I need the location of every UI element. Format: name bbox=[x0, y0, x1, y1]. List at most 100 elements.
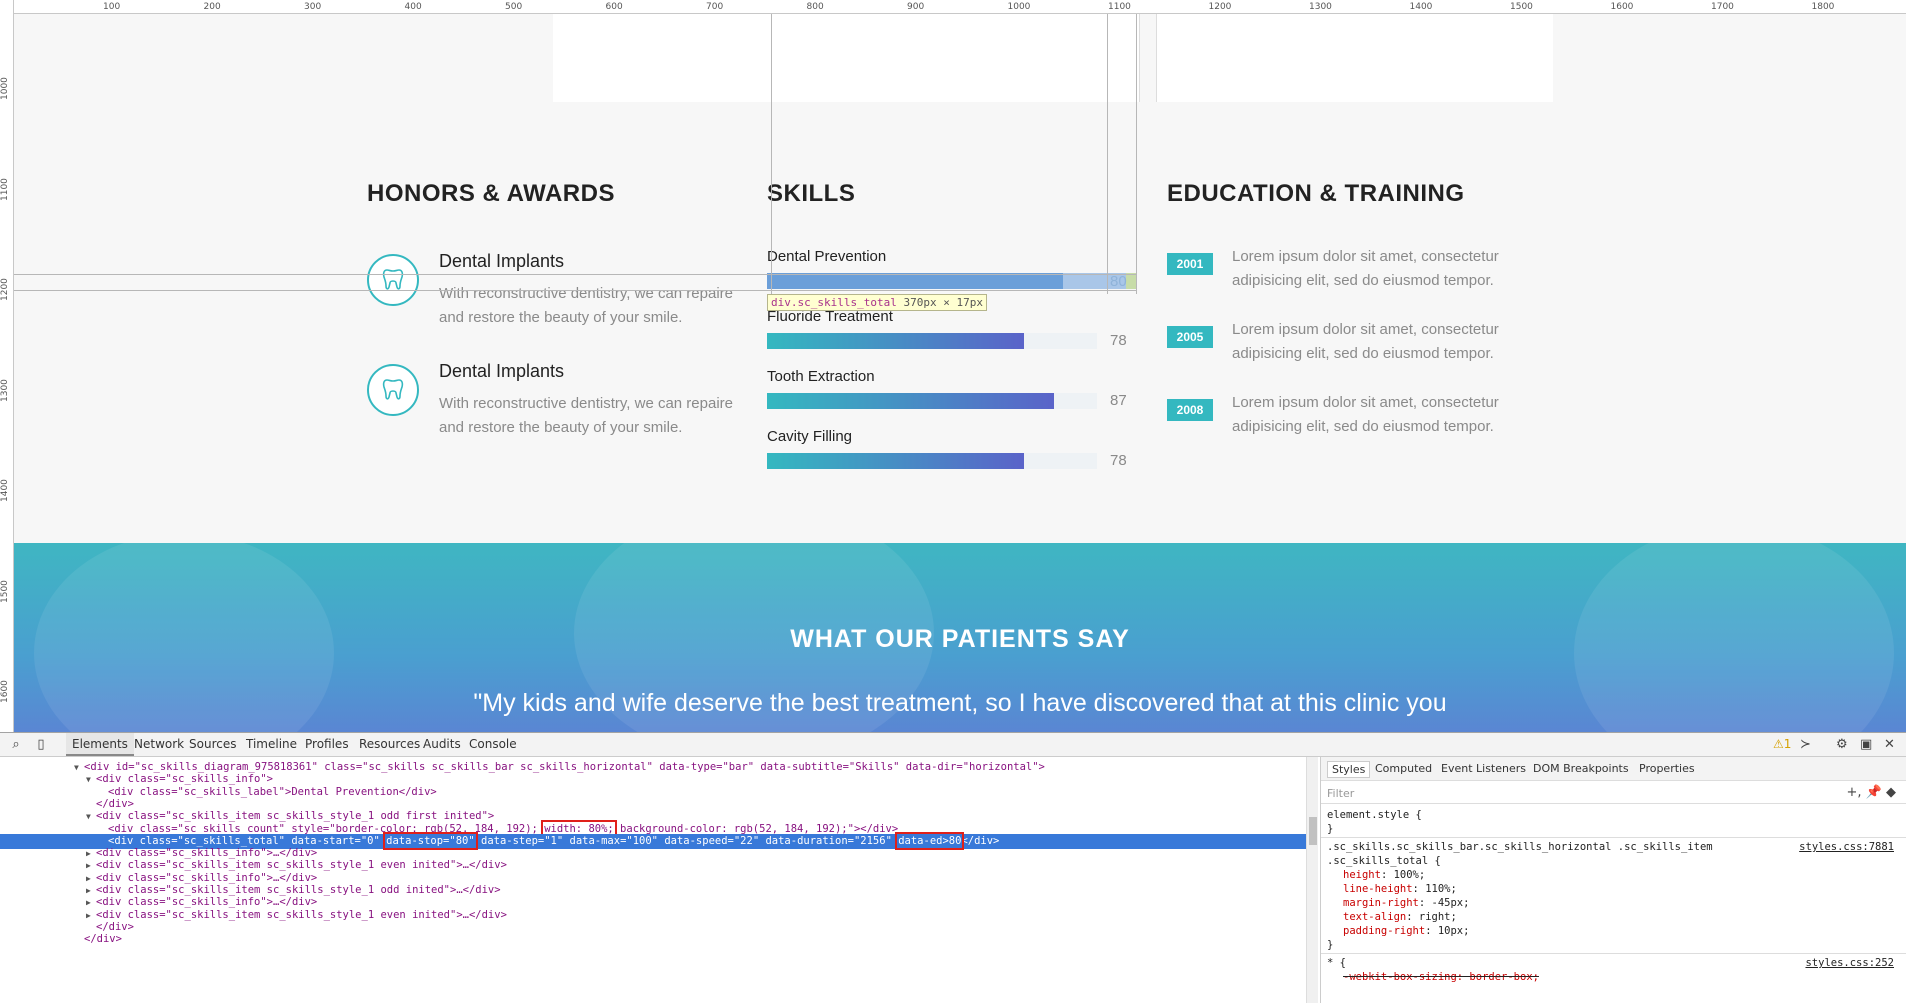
tab-profiles[interactable]: Profiles bbox=[299, 733, 355, 756]
guide-line-horizontal bbox=[14, 290, 1136, 291]
skill-bar-fill bbox=[767, 273, 1063, 289]
dock-side-icon[interactable]: ▣ bbox=[1860, 737, 1872, 752]
property-text: -webkit-box-sizing: border-box; bbox=[1343, 971, 1539, 983]
skill-bar-fill bbox=[767, 333, 1025, 349]
education-title: EDUCATION & TRAINING bbox=[1167, 180, 1465, 207]
ruler-tick-label: 1400 bbox=[0, 479, 10, 502]
css-property[interactable]: margin-right: -45px; bbox=[1343, 897, 1469, 909]
property-value: 110%; bbox=[1425, 883, 1457, 895]
ruler-tick-label: 700 bbox=[706, 2, 724, 12]
property-colon: : bbox=[1425, 925, 1438, 937]
year-badge: 2008 bbox=[1167, 399, 1213, 421]
tab-console[interactable]: Console bbox=[463, 733, 523, 756]
css-property[interactable]: line-height: 110%; bbox=[1343, 883, 1457, 895]
tab-elements[interactable]: Elements bbox=[66, 733, 134, 756]
separator bbox=[1321, 803, 1906, 804]
overridden-property[interactable]: -webkit-box-sizing: border-box; bbox=[1343, 971, 1539, 983]
warning-icon[interactable]: ⚠1 bbox=[1773, 737, 1791, 752]
skill-value: 78 bbox=[1110, 452, 1127, 469]
ruler-tick-label: 1200 bbox=[0, 278, 10, 301]
tab-properties[interactable]: Properties bbox=[1635, 761, 1699, 776]
ruler-tick-label: 100 bbox=[103, 2, 121, 12]
scrollbar-thumb[interactable] bbox=[1309, 817, 1317, 845]
education-text: Lorem ipsum dolor sit amet, consectetur … bbox=[1232, 248, 1499, 289]
tab-resources[interactable]: Resources bbox=[353, 733, 426, 756]
property-name: padding-right bbox=[1343, 925, 1426, 937]
stylesheet-link[interactable]: styles.css:252 bbox=[1805, 957, 1894, 969]
property-value: 10px; bbox=[1437, 925, 1470, 937]
skill-track bbox=[767, 333, 1097, 349]
panel-gap bbox=[1139, 14, 1157, 102]
ruler-tick-label: 300 bbox=[304, 2, 322, 12]
header-panel bbox=[553, 14, 1553, 102]
separator bbox=[1321, 953, 1906, 954]
close-icon[interactable]: ✕ bbox=[1884, 737, 1895, 752]
tab-timeline[interactable]: Timeline bbox=[240, 733, 303, 756]
css-property[interactable]: text-align: right; bbox=[1343, 911, 1457, 923]
education-text: Lorem ipsum dolor sit amet, consectetur … bbox=[1232, 394, 1499, 435]
dom-node-html: <div class="sc_skills_info">…</div> bbox=[96, 847, 318, 860]
console-drawer-icon[interactable]: ≻ bbox=[1800, 737, 1811, 752]
award-title: Dental Implants bbox=[439, 251, 565, 271]
dom-node[interactable]: </div> bbox=[0, 932, 1306, 947]
tooth-icon bbox=[367, 364, 419, 416]
pin-icon[interactable]: 📌 bbox=[1866, 785, 1882, 800]
rule-selector[interactable]: .sc_skills.sc_skills_bar.sc_skills_horiz… bbox=[1327, 841, 1713, 853]
rule-close-brace: } bbox=[1327, 823, 1334, 835]
rule-selector[interactable]: .sc_skills_total { bbox=[1327, 855, 1441, 867]
dom-node-html: <div id="sc_skills_diagram_975818361" cl… bbox=[84, 761, 1045, 773]
warning-count: 1 bbox=[1783, 737, 1792, 751]
testimonials-section: WHAT OUR PATIENTS SAY "My kids and wife … bbox=[14, 543, 1906, 732]
dom-tree: ▼ <div id="sc_skills_diagram_975818361" c… bbox=[0, 757, 1318, 1003]
property-colon: : bbox=[1412, 883, 1426, 895]
tab-event-listeners[interactable]: Event Listeners bbox=[1437, 761, 1530, 776]
tooltip-size: 370px × 17px bbox=[903, 296, 983, 309]
element-style-rule[interactable]: element.style { bbox=[1327, 809, 1422, 821]
dom-node-html: <div class="sc_skills_item sc_skills_sty… bbox=[96, 810, 495, 823]
css-property[interactable]: height: 100%; bbox=[1343, 869, 1425, 881]
ruler-tick-label: 1300 bbox=[1309, 2, 1332, 12]
property-value: 100%; bbox=[1393, 869, 1426, 881]
property-colon: : bbox=[1380, 869, 1394, 881]
dom-node-html: </div> bbox=[96, 797, 134, 810]
honors-title: HONORS & AWARDS bbox=[367, 180, 615, 207]
tab-styles[interactable]: Styles bbox=[1327, 761, 1371, 778]
dom-node-html: </div> bbox=[96, 920, 134, 933]
guide-line-vertical bbox=[1136, 14, 1137, 294]
tab-dom-breakpoints[interactable]: DOM Breakpoints bbox=[1529, 761, 1633, 776]
ruler-tick-label: 1400 bbox=[1409, 2, 1433, 12]
dom-node-html: </div> bbox=[84, 933, 122, 946]
stylesheet-link[interactable]: styles.css:7881 bbox=[1799, 841, 1894, 853]
new-rule-icon[interactable]: +, bbox=[1847, 785, 1862, 800]
page-viewport: 100 200 300 400 500 600 700 800 900 1000 1100 1200 1… bbox=[0, 0, 1906, 732]
skill-track bbox=[767, 273, 1137, 289]
tab-audits[interactable]: Audits bbox=[417, 733, 467, 756]
ruler-tick-label: 1500 bbox=[0, 579, 10, 603]
settings-gear-icon[interactable]: ⚙ bbox=[1836, 737, 1848, 752]
ruler-tick-label: 600 bbox=[605, 2, 623, 12]
skill-value: 78 bbox=[1110, 332, 1127, 349]
property-name: margin-right bbox=[1343, 897, 1419, 909]
rule-close-brace: } bbox=[1327, 939, 1334, 951]
dom-node-html: <div class="sc_skills_item sc_skills_sty… bbox=[96, 908, 507, 921]
ruler-tick-label: 1500 bbox=[1510, 2, 1533, 12]
rule-selector[interactable]: * { bbox=[1327, 957, 1346, 969]
ruler-tick-label: 1600 bbox=[0, 680, 10, 703]
ruler-top: 100 200 300 400 500 600 700 800 900 1000 1100 1200 1… bbox=[0, 0, 1906, 14]
dom-scrollbar[interactable] bbox=[1306, 757, 1318, 1003]
css-property[interactable]: padding-right: 10px; bbox=[1343, 925, 1469, 937]
property-name: line-height bbox=[1343, 883, 1413, 895]
guide-line-vertical bbox=[771, 14, 772, 294]
color-format-icon[interactable]: ◆ bbox=[1886, 785, 1896, 800]
tab-sources[interactable]: Sources bbox=[183, 733, 242, 756]
ruler-tick-label: 1200 bbox=[1208, 2, 1232, 12]
inspect-icon[interactable]: ⌕ bbox=[8, 737, 24, 753]
ruler-tick-label: 1100 bbox=[0, 177, 10, 201]
tab-network[interactable]: Network bbox=[128, 733, 190, 756]
ruler-tick-label: 1300 bbox=[0, 378, 10, 402]
styles-filter-input[interactable]: Filter bbox=[1327, 787, 1354, 800]
ruler-tick-label: 400 bbox=[404, 2, 422, 12]
device-mode-icon[interactable]: ▯ bbox=[33, 737, 49, 753]
inspector-tooltip: div.sc_skills_total 370px × 17px bbox=[767, 294, 987, 311]
tab-computed[interactable]: Computed bbox=[1371, 761, 1436, 776]
